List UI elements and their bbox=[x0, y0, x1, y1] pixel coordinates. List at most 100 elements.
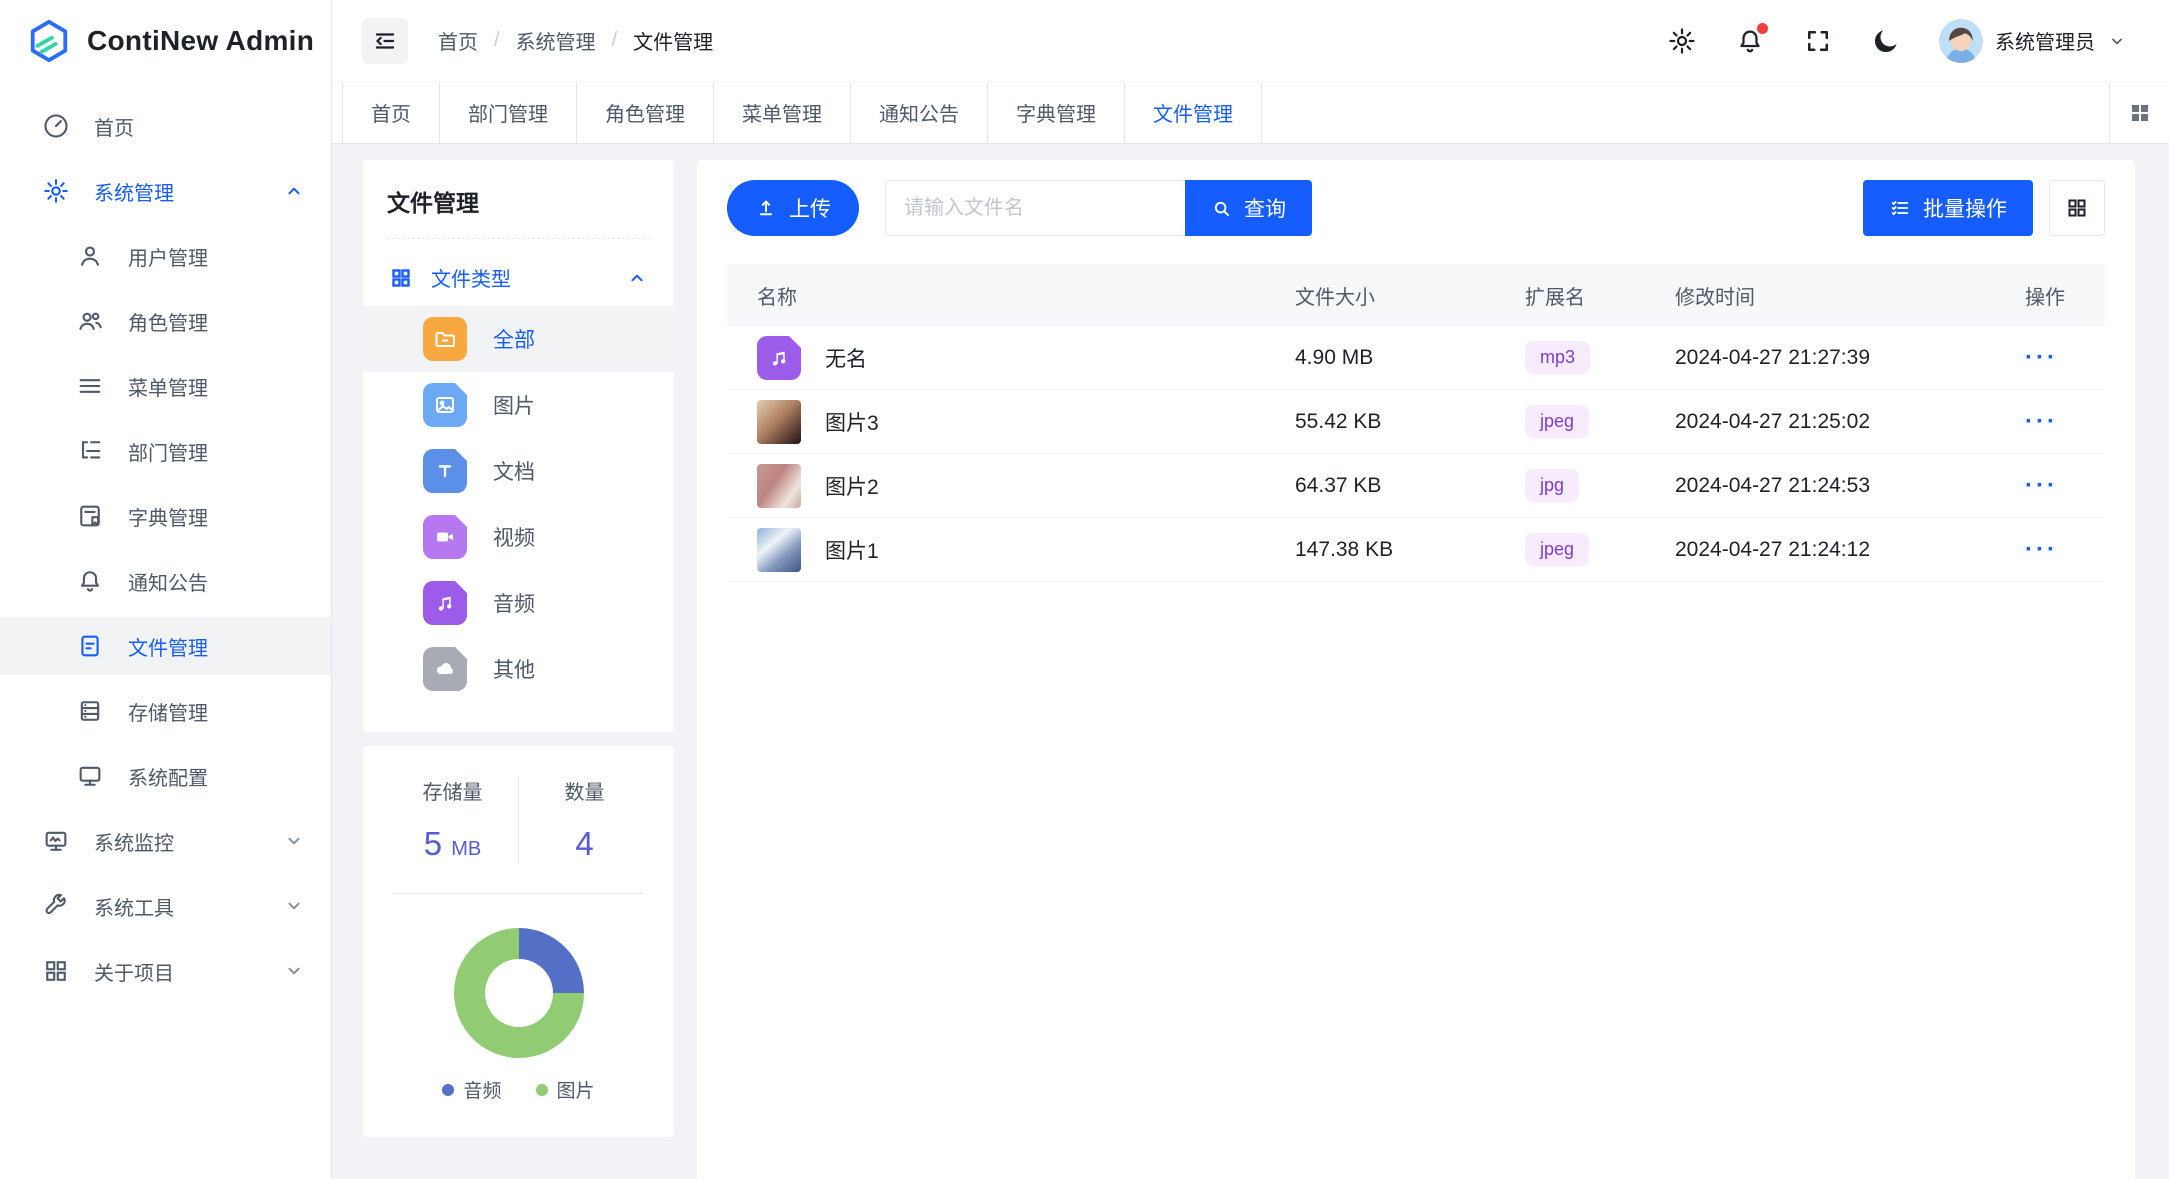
breadcrumb-item[interactable]: 系统管理 bbox=[516, 26, 596, 55]
file-type-document[interactable]: 文档 bbox=[363, 438, 674, 504]
modified-time: 2024-04-27 21:25:02 bbox=[1675, 410, 2025, 434]
sidebar-item-dictionary-management[interactable]: 字典管理 bbox=[0, 487, 331, 545]
extension-cell: mp3 bbox=[1525, 341, 1675, 374]
sidebar-item-label: 首页 bbox=[94, 112, 134, 141]
breadcrumb-item[interactable]: 首页 bbox=[438, 26, 478, 55]
row-actions-button[interactable]: ··· bbox=[2025, 344, 2058, 372]
file-name-cell: 无名 bbox=[757, 336, 1295, 380]
extension-cell: jpg bbox=[1525, 469, 1675, 502]
document-icon bbox=[423, 449, 467, 493]
user-icon bbox=[76, 242, 104, 270]
settings-button[interactable] bbox=[1667, 26, 1697, 56]
dictionary-icon bbox=[76, 502, 104, 530]
upload-label: 上传 bbox=[789, 193, 831, 223]
batch-operation-button[interactable]: 批量操作 bbox=[1863, 180, 2033, 236]
sidebar-item-system-config[interactable]: 系统配置 bbox=[0, 747, 331, 805]
file-type-donut-chart bbox=[454, 928, 584, 1058]
sidebar-item-home[interactable]: 首页 bbox=[0, 97, 331, 155]
file-thumbnail bbox=[757, 528, 801, 572]
sidebar-item-label: 角色管理 bbox=[128, 307, 208, 336]
sidebar-item-label: 关于项目 bbox=[94, 957, 174, 986]
notification-dot bbox=[1757, 23, 1768, 34]
sidebar-item-system-management[interactable]: 系统管理 bbox=[0, 162, 331, 220]
dark-mode-toggle[interactable] bbox=[1871, 26, 1901, 56]
legend-item-audio: 音频 bbox=[442, 1076, 501, 1103]
top-bar: 首页 / 系统管理 / 文件管理 系统管理员 bbox=[332, 0, 2169, 82]
file-type-label: 图片 bbox=[493, 390, 535, 420]
file-size: 55.42 KB bbox=[1295, 410, 1525, 434]
sidebar-item-role-management[interactable]: 角色管理 bbox=[0, 292, 331, 350]
extension-cell: jpeg bbox=[1525, 533, 1675, 566]
content-area: 文件管理 文件类型 全部 图片 文档 视频 bbox=[332, 144, 2169, 1179]
sidebar-item-system-monitor[interactable]: 系统监控 bbox=[0, 812, 331, 870]
fullscreen-button[interactable] bbox=[1803, 26, 1833, 56]
folder-icon bbox=[423, 317, 467, 361]
row-actions-button[interactable]: ··· bbox=[2025, 408, 2058, 436]
row-actions-button[interactable]: ··· bbox=[2025, 536, 2058, 564]
tab-role[interactable]: 角色管理 bbox=[577, 82, 714, 143]
sidebar-item-about-project[interactable]: 关于项目 bbox=[0, 942, 331, 1000]
file-type-other[interactable]: 其他 bbox=[363, 636, 674, 702]
sidebar-menu: 首页 系统管理 用户管理 角色管理 菜单管理 部门管理 字典管理 bbox=[0, 82, 331, 1000]
sidebar-item-department-management[interactable]: 部门管理 bbox=[0, 422, 331, 480]
stat-storage: 存储量 5 MB bbox=[387, 776, 518, 863]
query-button[interactable]: 查询 bbox=[1185, 180, 1312, 236]
monitor-icon bbox=[76, 762, 104, 790]
sidebar-item-label: 字典管理 bbox=[128, 502, 208, 531]
extension-badge: jpg bbox=[1525, 469, 1579, 502]
sidebar-collapse-button[interactable] bbox=[362, 18, 408, 64]
query-label: 查询 bbox=[1244, 193, 1286, 223]
legend-label: 图片 bbox=[557, 1076, 595, 1103]
video-icon bbox=[423, 515, 467, 559]
view-toggle-button[interactable] bbox=[2049, 180, 2105, 236]
tab-menu[interactable]: 菜单管理 bbox=[714, 82, 851, 143]
sidebar-item-notice[interactable]: 通知公告 bbox=[0, 552, 331, 610]
menu-lines-icon bbox=[76, 372, 104, 400]
sidebar-item-system-tools[interactable]: 系统工具 bbox=[0, 877, 331, 935]
tab-options-button[interactable] bbox=[2109, 82, 2169, 143]
column-header-modified: 修改时间 bbox=[1675, 281, 2025, 310]
file-thumbnail bbox=[757, 464, 801, 508]
file-type-audio[interactable]: 音频 bbox=[363, 570, 674, 636]
sidebar-item-user-management[interactable]: 用户管理 bbox=[0, 227, 331, 285]
notifications-button[interactable] bbox=[1735, 26, 1765, 56]
user-menu[interactable]: 系统管理员 bbox=[1939, 19, 2127, 63]
upload-button[interactable]: 上传 bbox=[727, 180, 859, 236]
file-type-all[interactable]: 全部 bbox=[363, 306, 674, 372]
table-row: 图片3 55.42 KB jpeg 2024-04-27 21:25:02 ··… bbox=[727, 390, 2105, 454]
sidebar-item-label: 菜单管理 bbox=[128, 372, 208, 401]
file-type-section-header[interactable]: 文件类型 bbox=[387, 249, 650, 306]
sidebar-item-storage-management[interactable]: 存储管理 bbox=[0, 682, 331, 740]
row-actions-button[interactable]: ··· bbox=[2025, 472, 2058, 500]
grid-icon bbox=[42, 957, 70, 985]
modified-time: 2024-04-27 21:24:12 bbox=[1675, 538, 2025, 562]
sidebar-item-menu-management[interactable]: 菜单管理 bbox=[0, 357, 331, 415]
tab-department[interactable]: 部门管理 bbox=[440, 82, 577, 143]
tree-icon bbox=[76, 437, 104, 465]
table-row: 无名 4.90 MB mp3 2024-04-27 21:27:39 ··· bbox=[727, 326, 2105, 390]
sidebar-item-label: 文件管理 bbox=[128, 632, 208, 661]
top-actions: 系统管理员 bbox=[1667, 19, 2127, 63]
chevron-up-icon bbox=[626, 267, 648, 289]
actions-cell: ··· bbox=[2025, 408, 2075, 436]
tab-notice[interactable]: 通知公告 bbox=[851, 82, 988, 143]
monitor-chart-icon bbox=[42, 827, 70, 855]
breadcrumb-item-current: 文件管理 bbox=[633, 26, 713, 55]
tab-home[interactable]: 首页 bbox=[342, 82, 440, 143]
search-input[interactable] bbox=[885, 180, 1185, 236]
menu-fold-icon bbox=[372, 28, 398, 54]
extension-badge: jpeg bbox=[1525, 533, 1589, 566]
divider bbox=[387, 238, 650, 239]
file-thumbnail bbox=[757, 400, 801, 444]
grid-icon bbox=[2065, 196, 2089, 220]
avatar bbox=[1939, 19, 1983, 63]
chevron-down-icon bbox=[2107, 31, 2127, 51]
tab-file-management[interactable]: 文件管理 bbox=[1125, 82, 1262, 143]
file-type-image[interactable]: 图片 bbox=[363, 372, 674, 438]
file-type-video[interactable]: 视频 bbox=[363, 504, 674, 570]
actions-cell: ··· bbox=[2025, 344, 2075, 372]
breadcrumb-separator: / bbox=[494, 29, 500, 52]
sidebar-item-file-management[interactable]: 文件管理 bbox=[0, 617, 331, 675]
gear-icon bbox=[1667, 26, 1697, 56]
tab-dictionary[interactable]: 字典管理 bbox=[988, 82, 1125, 143]
